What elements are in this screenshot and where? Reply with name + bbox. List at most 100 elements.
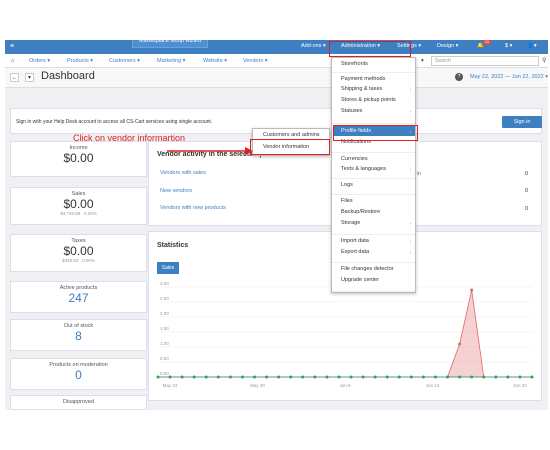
administration-dropdown: Storefronts Payment methods Shipping & tax… (331, 57, 416, 293)
disapproved-label: Disapproved (63, 399, 94, 405)
data-point-green[interactable] (301, 375, 305, 379)
data-point-green[interactable] (240, 375, 244, 379)
admin-menu-item-stores-pickup-points[interactable]: Stores & pickup points (341, 97, 396, 103)
marketplace-wizard-tab[interactable]: Marketplace setup wizard (132, 40, 209, 48)
admin-menu-item-currencies[interactable]: Currencies (341, 156, 368, 162)
admin-menu-item-profile-fields[interactable]: Profile fields (341, 128, 371, 134)
data-point-red[interactable] (458, 342, 462, 346)
sales-tab-button[interactable]: Sales (157, 262, 179, 274)
data-point-green[interactable] (180, 375, 184, 379)
data-point-green[interactable] (265, 375, 269, 379)
moderation-card[interactable]: Products on moderation 0 (10, 358, 147, 390)
search-input[interactable]: Search (431, 56, 539, 66)
admin-menu-item-storage[interactable]: Storage (341, 220, 360, 226)
admin-menu-item-storefronts[interactable]: Storefronts (341, 61, 368, 67)
data-point-green[interactable] (216, 375, 220, 379)
admin-menu-item-texts-languages[interactable]: Texts & languages (341, 166, 386, 172)
data-point-green[interactable] (409, 375, 413, 379)
data-point-green[interactable] (168, 375, 172, 379)
sales-card: Sales $0.00 $3,746.89 , 0.00% (10, 187, 147, 225)
admin-menu-item-logs[interactable]: Logs (341, 182, 353, 188)
data-point-green[interactable] (277, 375, 281, 379)
nav-products[interactable]: Products ▾ (67, 58, 93, 64)
y-tick-label: 2.00 (160, 311, 169, 316)
date-range-picker[interactable]: May 22, 2022 — Jun 22, 2022 ▾ (470, 74, 548, 80)
submenu-customers-admins[interactable]: Customers and admins (263, 132, 320, 138)
top-bar: ≡ Marketplace setup wizard Add-ons ▾ Adm… (5, 40, 548, 54)
x-tick-label: May 23 (163, 383, 178, 388)
new-vendors-link[interactable]: New vendors (160, 188, 192, 194)
admin-menu-item-statuses[interactable]: Statuses (341, 108, 362, 114)
nav-vendors[interactable]: Vendors ▾ (243, 58, 267, 64)
currency-menu[interactable]: $ ▾ (505, 43, 512, 49)
sign-in-button[interactable]: Sign in (502, 116, 542, 128)
menu-divider (332, 262, 415, 263)
nav-orders[interactable]: Orders ▾ (29, 58, 50, 64)
annotation-arrow-icon (167, 147, 253, 155)
data-point-green[interactable] (156, 375, 160, 379)
data-point-green[interactable] (385, 375, 389, 379)
admin-menu-item-export-data[interactable]: Export data (341, 249, 369, 255)
data-point-green[interactable] (253, 375, 257, 379)
data-point-green[interactable] (421, 375, 425, 379)
out-of-stock-card[interactable]: Out of stock 8 (10, 319, 147, 351)
data-point-green[interactable] (313, 375, 317, 379)
data-point-green[interactable] (373, 375, 377, 379)
nav-website[interactable]: Website ▾ (203, 58, 227, 64)
data-point-green[interactable] (289, 375, 293, 379)
admin-menu-item-shipping-taxes[interactable]: Shipping & taxes (341, 86, 382, 92)
data-point-green[interactable] (458, 375, 462, 379)
data-point-red[interactable] (470, 288, 474, 292)
user-icon[interactable]: 👤▾ (527, 43, 537, 49)
back-icon[interactable]: ← (10, 73, 19, 82)
data-point-green[interactable] (337, 375, 341, 379)
vendors-new-products-link[interactable]: Vendors with new products (160, 205, 226, 211)
page-title: Dashboard (41, 70, 95, 82)
active-products-card[interactable]: Active products 247 (10, 281, 147, 313)
chevron-right-icon: › (409, 129, 412, 134)
chevron-right-icon: › (409, 250, 412, 255)
addons-menu[interactable]: Add-ons ▾ (301, 43, 326, 49)
disapproved-card[interactable]: Disapproved (10, 395, 147, 410)
nav-customers[interactable]: Customers ▾ (109, 58, 140, 64)
data-point-green[interactable] (494, 375, 498, 379)
admin-menu-item-backup-restore[interactable]: Backup/Restore (341, 209, 380, 215)
data-point-green[interactable] (204, 375, 208, 379)
data-point-green[interactable] (433, 375, 437, 379)
admin-menu-item-files[interactable]: Files (341, 198, 353, 204)
data-point-green[interactable] (506, 375, 510, 379)
x-tick-label: May 30 (250, 383, 265, 388)
home-icon[interactable]: ⌂ (11, 58, 14, 64)
statistics-title: Statistics (157, 242, 189, 249)
admin-menu-item-upgrade-center[interactable]: Upgrade center (341, 277, 379, 283)
vendors-with-sales-link[interactable]: Vendors with sales (160, 170, 206, 176)
search-icon[interactable]: ⚲ (542, 57, 546, 64)
data-point-green[interactable] (530, 375, 534, 379)
data-point-green[interactable] (228, 375, 232, 379)
data-point-green[interactable] (325, 375, 329, 379)
search-scope-dropdown[interactable]: ▾ (421, 58, 424, 64)
chevron-down-icon[interactable]: ▾ (25, 73, 34, 82)
menu-divider (332, 178, 415, 179)
admin-menu-item-payment-methods[interactable]: Payment methods (341, 76, 385, 82)
admin-menu-item-import-data[interactable]: Import data (341, 238, 369, 244)
help-icon[interactable]: ? (455, 73, 463, 81)
menu-divider (332, 72, 415, 73)
nav-marketing[interactable]: Marketing ▾ (157, 58, 185, 64)
data-point-green[interactable] (518, 375, 522, 379)
data-point-green[interactable] (470, 375, 474, 379)
sales-sub: $3,746.89 , 0.00% (60, 211, 97, 216)
data-point-green[interactable] (361, 375, 365, 379)
main-nav: ⌂ Orders ▾ Products ▾ Customers ▾ Market… (5, 54, 548, 68)
data-point-green[interactable] (446, 375, 450, 379)
menu-icon[interactable]: ≡ (10, 43, 14, 50)
vendors-with-sales-value: 0 (525, 171, 529, 177)
data-point-green[interactable] (349, 375, 353, 379)
data-point-green[interactable] (482, 375, 486, 379)
data-point-green[interactable] (192, 375, 196, 379)
data-point-green[interactable] (397, 375, 401, 379)
admin-menu-item-file-changes-detector[interactable]: File changes detector (341, 266, 394, 272)
design-menu[interactable]: Design ▾ (437, 43, 458, 49)
menu-divider (332, 152, 415, 153)
moderation-value: 0 (75, 368, 82, 382)
